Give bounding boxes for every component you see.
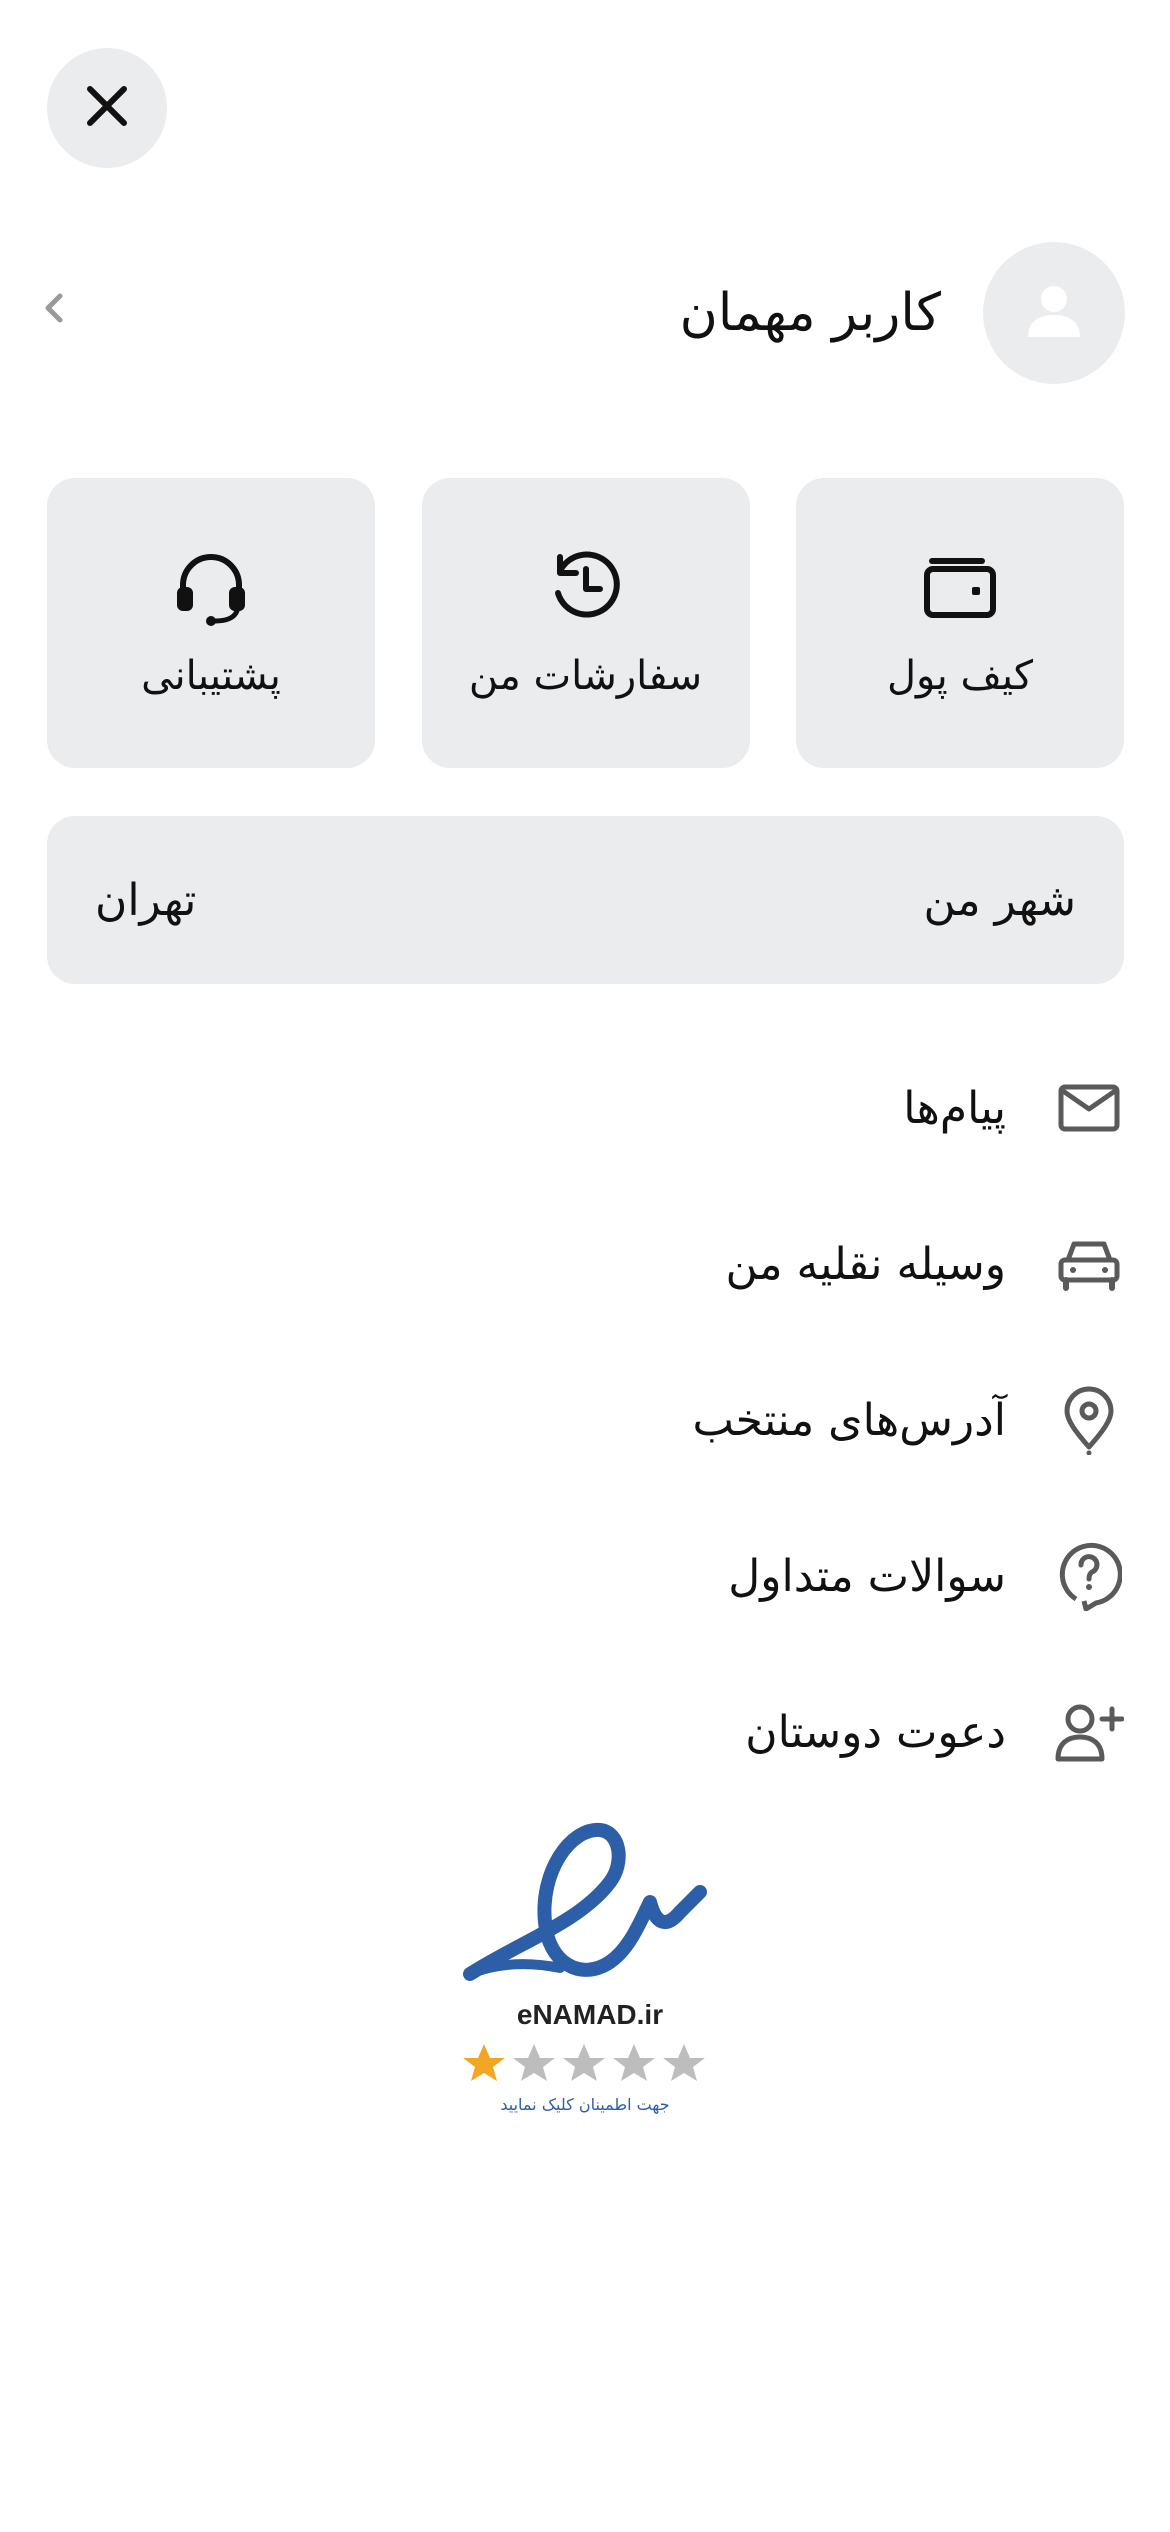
avatar [983, 242, 1125, 384]
close-icon [84, 83, 130, 133]
menu-label-invite: دعوت دوستان [745, 1706, 1006, 1758]
star-2 [513, 2044, 555, 2081]
menu-label-vehicle: وسیله نقلیه من [725, 1238, 1006, 1290]
user-icon [1022, 279, 1086, 347]
wallet-label: کیف پول [886, 653, 1034, 699]
mail-icon [1054, 1073, 1124, 1143]
city-value: تهران [95, 874, 197, 926]
star-1 [463, 2044, 505, 2081]
wallet-card[interactable]: کیف پول [796, 478, 1124, 768]
close-button[interactable] [47, 48, 167, 168]
menu-list: پیام‌ها وسیله نقلیه من آدرس‌های منتخب [47, 1030, 1124, 1810]
add-user-icon [1054, 1697, 1124, 1767]
enamad-badge[interactable]: eNAMAD.ir جهت اطمینان کلیک نمایید [460, 1812, 720, 2132]
faq-icon [1054, 1541, 1124, 1611]
rating-stars [463, 2044, 705, 2081]
star-4 [613, 2044, 655, 2081]
support-card[interactable]: پشتیبانی [47, 478, 375, 768]
wallet-icon [922, 547, 998, 627]
menu-item-vehicle[interactable]: وسیله نقلیه من [47, 1186, 1124, 1342]
city-selector[interactable]: شهر من تهران [47, 816, 1124, 984]
menu-label-addresses: آدرس‌های منتخب [692, 1394, 1006, 1446]
orders-label: سفارشات من [468, 653, 703, 699]
enamad-caption: جهت اطمینان کلیک نمایید [500, 2095, 669, 2115]
profile-row[interactable]: کاربر مهمان [40, 238, 1125, 388]
support-label: پشتیبانی [141, 653, 281, 699]
menu-label-faq: سوالات متداول [728, 1550, 1006, 1602]
star-5 [663, 2044, 705, 2081]
menu-item-addresses[interactable]: آدرس‌های منتخب [47, 1342, 1124, 1498]
quick-actions: کیف پول سفارشات من پشتیبانی [47, 478, 1124, 768]
menu-label-messages: پیام‌ها [903, 1082, 1006, 1134]
menu-item-messages[interactable]: پیام‌ها [47, 1030, 1124, 1186]
profile-name: کاربر مهمان [679, 283, 941, 343]
star-3 [563, 2044, 605, 2081]
menu-item-faq[interactable]: سوالات متداول [47, 1498, 1124, 1654]
chevron-left-icon[interactable] [40, 288, 70, 332]
menu-item-invite[interactable]: دعوت دوستان [47, 1654, 1124, 1810]
enamad-logo: eNAMAD.ir جهت اطمینان کلیک نمایید [463, 1823, 707, 2115]
location-pin-icon [1054, 1385, 1124, 1455]
history-icon [546, 547, 626, 627]
orders-card[interactable]: سفارشات من [421, 478, 750, 768]
car-icon [1054, 1229, 1124, 1299]
enamad-brand: eNAMAD.ir [517, 1999, 663, 2030]
headset-icon [171, 547, 251, 627]
city-label: شهر من [923, 874, 1076, 926]
